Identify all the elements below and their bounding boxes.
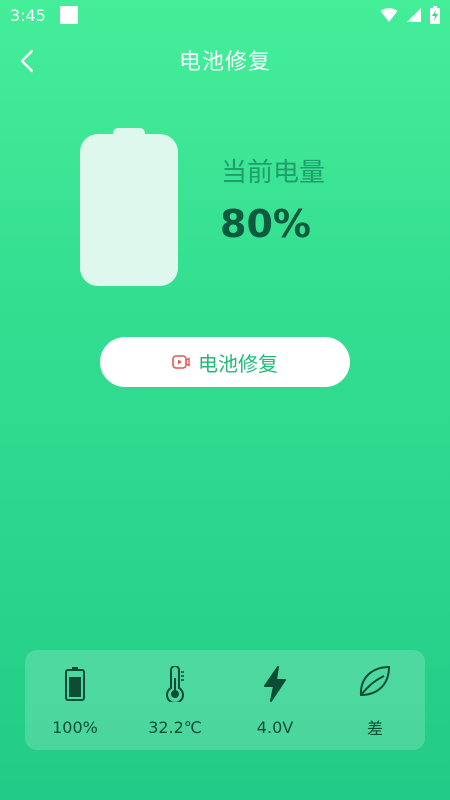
notification-square-icon — [59, 6, 78, 24]
info-item-health: 差 — [325, 661, 425, 739]
info-value-voltage: 4.0V — [256, 717, 294, 737]
chevron-left-icon — [20, 49, 34, 73]
page-title: 电池修复 — [178, 50, 271, 75]
status-left: 3:45 — [10, 6, 78, 25]
info-item-temperature: 32.2℃ — [125, 664, 225, 737]
wifi-icon — [380, 8, 398, 22]
back-button[interactable] — [14, 48, 40, 74]
video-icon — [172, 355, 190, 369]
thermometer-icon — [155, 664, 195, 704]
leaf-icon — [355, 661, 395, 701]
battery-charging-icon — [430, 6, 440, 24]
lightning-icon — [255, 664, 295, 704]
battery-icon — [55, 664, 95, 704]
battery-body — [80, 134, 178, 286]
info-item-voltage: 4.0V — [225, 664, 325, 737]
info-value-temperature: 32.2℃ — [148, 717, 202, 737]
status-right — [380, 6, 440, 24]
battery-repair-button[interactable]: 电池修复 — [100, 337, 350, 387]
battery-illustration — [80, 128, 178, 288]
info-value-level: 100% — [52, 717, 98, 737]
battery-info-card: 100% 32.2℃ 4.0V 差 — [25, 650, 425, 750]
repair-button-label: 电池修复 — [198, 351, 278, 376]
status-time: 3:45 — [10, 5, 46, 25]
info-item-level: 100% — [25, 664, 125, 737]
signal-icon — [407, 8, 421, 22]
info-value-health: 差 — [366, 719, 383, 738]
charge-value: 80% — [220, 202, 311, 246]
header: 电池修复 — [0, 36, 450, 84]
status-bar: 3:45 — [0, 0, 450, 30]
charge-label: 当前电量 — [221, 158, 326, 188]
